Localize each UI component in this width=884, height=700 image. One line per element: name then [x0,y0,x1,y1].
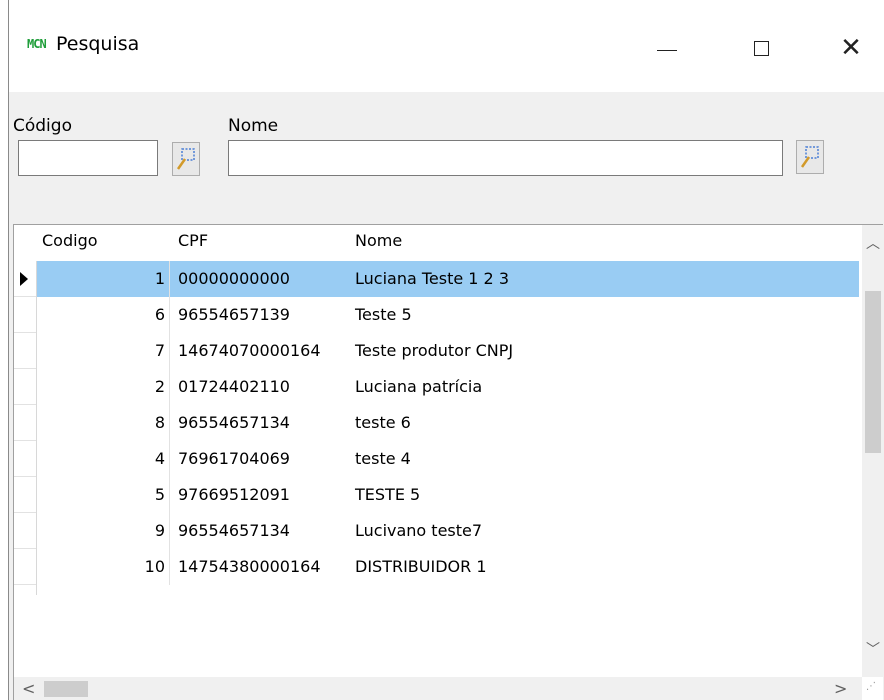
close-icon: ✕ [840,33,862,63]
row-indicator[interactable] [14,297,36,333]
scroll-right-icon[interactable]: > [834,679,847,698]
cell-cpf[interactable]: 00000000000 [178,261,290,297]
cell-nome[interactable]: Teste 5 [355,297,412,333]
nome-search-button[interactable] [796,140,824,174]
cell-cpf[interactable]: 96554657134 [178,405,290,441]
nome-input[interactable] [228,140,783,176]
window-title: Pesquisa [56,33,140,55]
column-header-nome[interactable]: Nome [355,231,402,250]
cell-cpf[interactable]: 14754380000164 [178,549,321,585]
row-indicator[interactable] [14,513,36,549]
vertical-scrollbar[interactable]: ︿ ﹀ [862,225,883,677]
row-indicator[interactable] [14,333,36,369]
cell-cpf[interactable]: 01724402110 [178,369,290,405]
table-row[interactable]: 10 14754380000164 DISTRIBUIDOR 1 [14,549,859,585]
cell-cpf[interactable]: 96554657139 [178,297,290,333]
cell-nome[interactable]: Luciana Teste 1 2 3 [355,261,509,297]
row-indicator[interactable] [14,441,36,477]
row-indicator[interactable] [14,261,36,297]
cell-codigo[interactable]: 6 [37,297,170,333]
row-indicator[interactable] [14,405,36,441]
cell-nome[interactable]: Luciana patrícia [355,369,482,405]
cell-nome[interactable]: teste 6 [355,405,411,441]
cell-codigo[interactable]: 10 [37,549,170,585]
cell-nome[interactable]: teste 4 [355,441,411,477]
search-icon [176,148,195,170]
column-header-codigo[interactable]: Codigo [42,231,98,250]
table-row[interactable]: 1 00000000000 Luciana Teste 1 2 3 [14,261,859,297]
cell-codigo[interactable]: 7 [37,333,170,369]
current-row-arrow-icon [20,272,28,286]
resize-grip-icon[interactable]: ⋰ [866,681,877,692]
cell-nome[interactable]: DISTRIBUIDOR 1 [355,549,487,585]
table-row[interactable]: 8 96554657134 teste 6 [14,405,859,441]
minimize-button[interactable] [637,28,697,68]
table-row[interactable]: 5 97669512091 TESTE 5 [14,477,859,513]
table-row[interactable]: 6 96554657139 Teste 5 [14,297,859,333]
maximize-button[interactable] [731,28,791,68]
codigo-label: Código [13,116,72,136]
cell-codigo[interactable]: 2 [37,369,170,405]
cell-nome[interactable]: TESTE 5 [355,477,420,513]
cell-codigo[interactable]: 1 [37,261,170,297]
cell-cpf[interactable]: 97669512091 [178,477,290,513]
cell-cpf[interactable]: 14674070000164 [178,333,321,369]
cell-codigo[interactable]: 5 [37,477,170,513]
scroll-up-icon[interactable]: ︿ [866,233,880,253]
scroll-down-icon[interactable]: ﹀ [866,639,880,659]
horizontal-scroll-thumb[interactable] [44,681,88,697]
codigo-search-button[interactable] [172,142,200,176]
cell-cpf[interactable]: 96554657134 [178,513,290,549]
row-indicator[interactable] [14,477,36,513]
table-row[interactable]: 2 01724402110 Luciana patrícia [14,369,859,405]
app-logo-icon: MCN [27,37,47,51]
codigo-input[interactable] [18,140,158,176]
column-header-cpf[interactable]: CPF [178,231,208,250]
title-bar[interactable]: MCN Pesquisa ✕ [9,0,884,92]
horizontal-scrollbar[interactable]: < > [14,677,862,700]
cell-codigo[interactable]: 4 [37,441,170,477]
row-indicator[interactable] [14,549,36,585]
cell-nome[interactable]: Teste produtor CNPJ [355,333,513,369]
pesquisa-window: MCN Pesquisa ✕ Código Nome Codigo CPF No… [8,0,884,700]
nome-label: Nome [228,116,279,136]
vertical-scroll-thumb[interactable] [865,291,881,453]
minimize-icon [657,49,677,51]
cell-nome[interactable]: Lucivano teste7 [355,513,482,549]
close-button[interactable]: ✕ [821,28,881,68]
maximize-icon [753,40,769,56]
search-icon [800,146,819,168]
cell-cpf[interactable]: 76961704069 [178,441,290,477]
table-row[interactable]: 7 14674070000164 Teste produtor CNPJ [14,333,859,369]
table-row[interactable]: 4 76961704069 teste 4 [14,441,859,477]
scroll-left-icon[interactable]: < [22,679,35,698]
cell-codigo[interactable]: 9 [37,513,170,549]
row-indicator[interactable] [14,369,36,405]
results-grid[interactable]: Codigo CPF Nome 1 00000000000 Luciana Test… [13,224,883,700]
cell-codigo[interactable]: 8 [37,405,170,441]
table-row[interactable]: 9 96554657134 Lucivano teste7 [14,513,859,549]
